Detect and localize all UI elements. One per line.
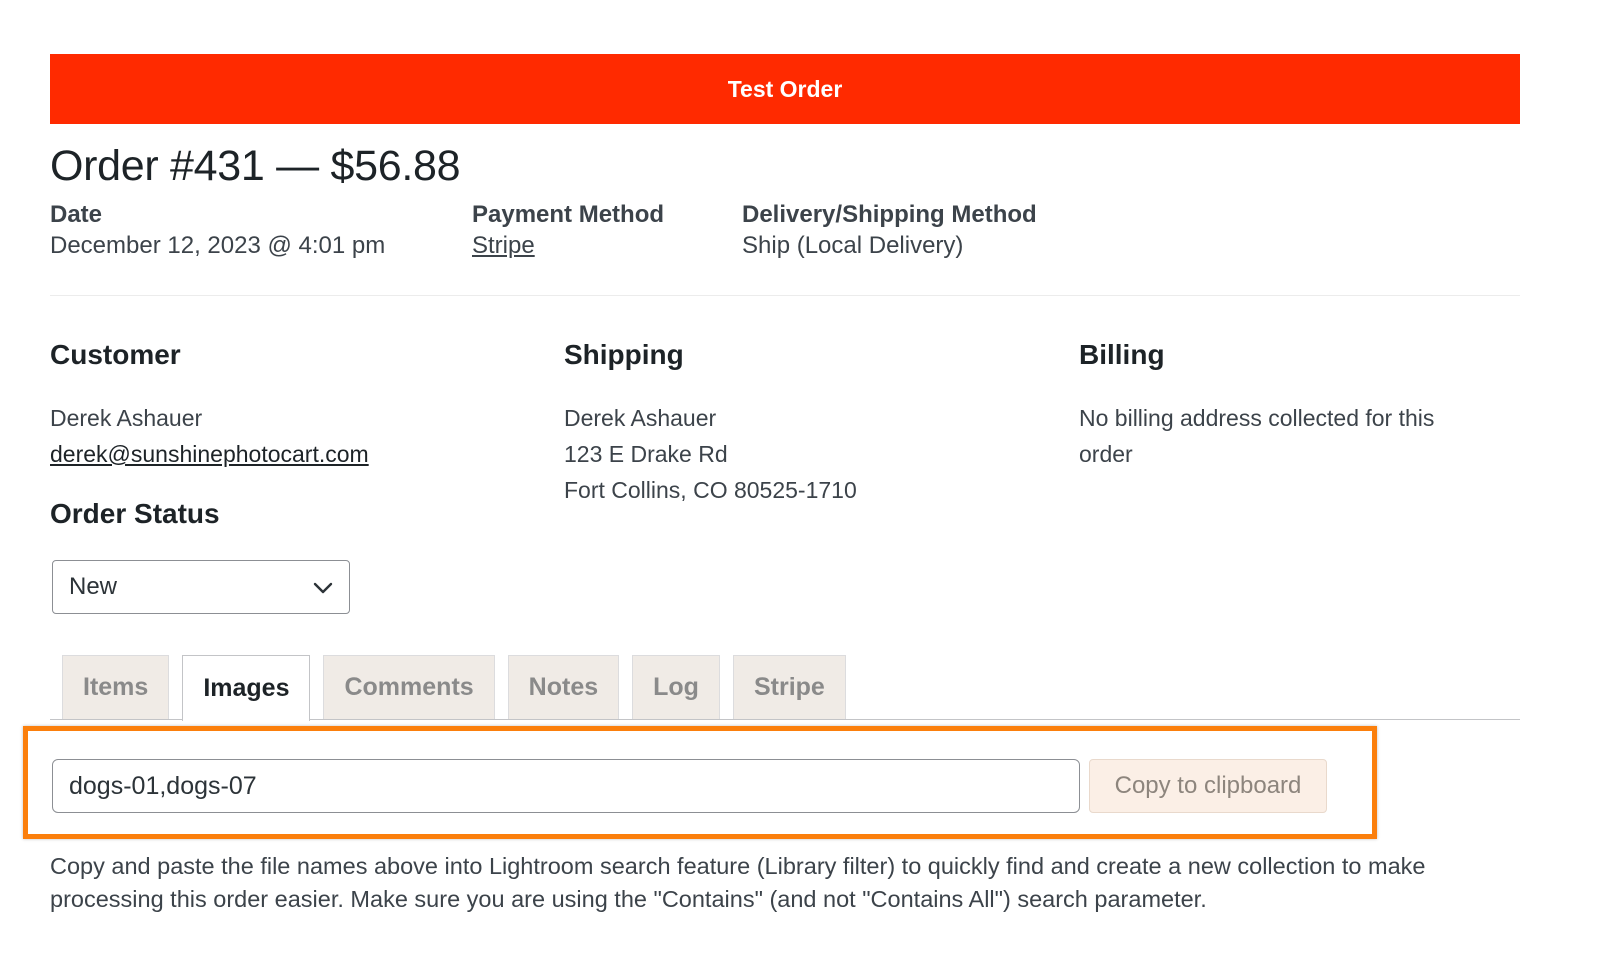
billing-section: Billing No billing address collected for… [1079,338,1434,472]
divider [50,295,1520,296]
order-status-value: New [69,573,117,601]
customer-heading: Customer [50,338,369,372]
tab-log[interactable]: Log [632,655,720,719]
tab-items[interactable]: Items [62,655,169,719]
order-status-heading: Order Status [50,498,220,530]
order-status-select[interactable]: New [52,560,350,614]
billing-heading: Billing [1079,338,1434,372]
page-title: Order #431 — $56.88 [50,142,460,191]
meta-date-label: Date [50,200,385,230]
tab-stripe[interactable]: Stripe [733,655,846,719]
order-detail-page: Test Order Order #431 — $56.88 Date Dece… [0,0,1600,974]
test-order-banner: Test Order [50,54,1520,124]
tab-comments[interactable]: Comments [323,655,494,719]
order-tabs: Items Images Comments Notes Log Stripe [62,655,846,721]
meta-date-value: December 12, 2023 @ 4:01 pm [50,230,385,262]
shipping-section: Shipping Derek Ashauer 123 E Drake Rd Fo… [564,338,857,508]
meta-payment-method: Payment Method Stripe [472,200,664,262]
shipping-line: 123 E Drake Rd [564,436,857,472]
chevron-down-icon [313,573,333,601]
images-help-text: Copy and paste the file names above into… [50,850,1510,916]
billing-line: order [1079,436,1434,472]
tab-notes[interactable]: Notes [508,655,619,719]
image-filenames-input[interactable] [52,759,1080,813]
copy-to-clipboard-button[interactable]: Copy to clipboard [1089,759,1327,813]
meta-shipping-label: Delivery/Shipping Method [742,200,1037,230]
shipping-heading: Shipping [564,338,857,372]
banner-text: Test Order [728,76,843,103]
customer-section: Customer Derek Ashauer derek@sunshinepho… [50,338,369,472]
meta-shipping-method: Delivery/Shipping Method Ship (Local Del… [742,200,1037,262]
meta-date: Date December 12, 2023 @ 4:01 pm [50,200,385,262]
meta-payment-label: Payment Method [472,200,664,230]
customer-email-link[interactable]: derek@sunshinephotocart.com [50,441,369,467]
tab-images[interactable]: Images [182,655,310,721]
shipping-line: Derek Ashauer [564,400,857,436]
customer-name: Derek Ashauer [50,400,369,436]
payment-method-link[interactable]: Stripe [472,232,535,259]
shipping-line: Fort Collins, CO 80525-1710 [564,472,857,508]
billing-line: No billing address collected for this [1079,400,1434,436]
meta-shipping-value: Ship (Local Delivery) [742,230,1037,262]
